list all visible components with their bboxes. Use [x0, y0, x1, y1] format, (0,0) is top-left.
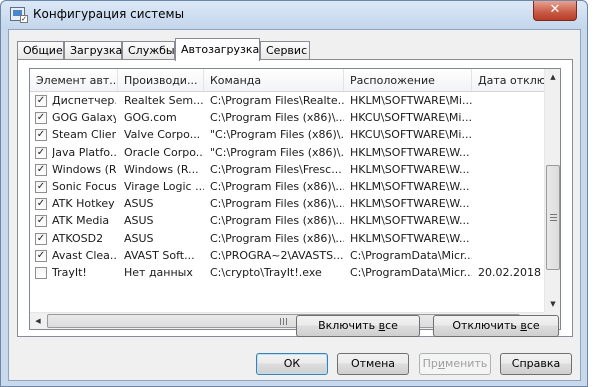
title-bar[interactable]: ✓ Конфигурация системы ✕ [1, 1, 587, 29]
cell-item: ATK Media [52, 214, 110, 228]
dialog-client-area: Общие Загрузка Службы Автозагрузка Серви… [8, 29, 581, 381]
list-item[interactable]: ✓ ATKOSD2 ASUS C:\Program Files (x86)\... HK… [30, 231, 546, 248]
window-title: Конфигурация системы [33, 7, 185, 21]
enable-all-button[interactable]: Включить все [296, 315, 420, 337]
cell-command: "C:\Program Files (x86)\... [210, 145, 344, 159]
startup-item-checkbox[interactable]: ✓ [35, 163, 47, 176]
startup-item-checkbox[interactable]: ✓ [35, 198, 47, 211]
list-item[interactable]: ✓ ATK Media ASUS C:\Program Files (x86)\...… [30, 213, 546, 230]
scroll-left-icon[interactable]: ◀ [30, 313, 46, 329]
cell-command: C:\Program Files\Fresc... [210, 162, 342, 176]
cell-item: Диспетчер... [52, 94, 116, 107]
cell-location: HKLM\SOFTWARE\W... [350, 180, 470, 193]
cell-item: Steam Clien... [52, 128, 116, 142]
startup-item-checkbox[interactable]: ✓ [35, 129, 47, 142]
startup-item-checkbox[interactable]: ✓ [35, 181, 47, 193]
cell-maker: Realtek Sem... [124, 94, 204, 107]
cell-command: C:\Program Files\Realte... [210, 94, 344, 107]
cancel-button[interactable]: Отмена [337, 353, 409, 375]
vertical-scroll-thumb[interactable] [546, 165, 560, 270]
cell-maker: GOG.com [124, 111, 177, 125]
scroll-up-icon[interactable]: ▲ [545, 69, 560, 85]
cell-item: Java Platfo... [52, 145, 116, 159]
tab-startup[interactable]: Автозагрузка [175, 38, 260, 61]
startup-tab-panel: Элемент авт... Производи... Команда Расп… [17, 59, 573, 337]
cell-item: TrayIt! [52, 266, 87, 279]
msconfig-window: ✓ Конфигурация системы ✕ Общие Загрузка … [0, 0, 588, 387]
tab-boot[interactable]: Загрузка [64, 41, 122, 60]
tab-services[interactable]: Службы [122, 41, 175, 60]
cell-command: C:\PROGRA~2\AVASTS... [210, 248, 344, 262]
cell-command: C:\Program Files (x86)\... [210, 111, 344, 125]
cell-location: HKLM\SOFTWARE\W... [350, 162, 470, 176]
list-item[interactable]: ✓ ATK Hotkey ASUS C:\Program Files (x86)\..… [30, 196, 546, 213]
list-item[interactable]: ✓ Java Platfo... Oracle Corpo... "C:\Progra… [30, 145, 546, 162]
tab-tools[interactable]: Сервис [260, 41, 310, 60]
startup-item-checkbox[interactable]: ✓ [35, 112, 47, 125]
list-item[interactable]: ✓ Steam Clien... Valve Corpo... "C:\Program… [30, 127, 546, 144]
cell-maker: Virage Logic ... [124, 180, 204, 193]
apply-button[interactable]: Применить [419, 353, 491, 375]
list-item[interactable]: ✓ Windows (R... Windows (R... C:\Program Fi… [30, 162, 546, 179]
startup-item-checkbox[interactable]: ✓ [35, 146, 47, 159]
cell-command: C:\Program Files (x86)\... [210, 231, 344, 245]
cell-location: HKLM\SOFTWARE\W... [350, 214, 470, 228]
cell-item: Windows (R... [52, 162, 116, 176]
cell-maker: Valve Corpo... [124, 128, 201, 142]
close-button[interactable]: ✕ [533, 1, 577, 21]
cell-command: C:\Program Files (x86)\... [210, 180, 344, 193]
list-header: Элемент авт... Производи... Команда Расп… [30, 69, 546, 92]
cell-maker: ASUS [124, 197, 154, 211]
msconfig-app-icon: ✓ [10, 7, 28, 23]
cell-maker: AVAST Soft... [124, 248, 195, 262]
cell-date: 20.02.2018 2 [478, 266, 546, 279]
cell-maker: Windows (R... [124, 162, 199, 176]
help-button[interactable]: Справка [500, 353, 572, 375]
list-item[interactable]: ✓ Sonic Focus... Virage Logic ... C:\Progra… [30, 179, 546, 196]
cell-location: C:\ProgramData\Micr... [350, 266, 472, 279]
cell-item: GOG Galaxy [52, 111, 116, 125]
scroll-down-icon[interactable]: ▼ [545, 296, 560, 312]
startup-item-checkbox[interactable]: ✓ [35, 232, 47, 245]
vertical-scrollbar[interactable]: ▲ ▼ [544, 69, 560, 312]
list-item[interactable]: ✓ GOG Galaxy GOG.com C:\Program Files (x86)… [30, 110, 546, 127]
cell-command: C:\Program Files (x86)\... [210, 197, 344, 211]
cell-location: HKLM\SOFTWARE\W... [350, 231, 470, 245]
startup-item-checkbox[interactable] [35, 267, 47, 279]
list-item[interactable]: ✓ Диспетчер... Realtek Sem... C:\Program Fi… [30, 93, 546, 110]
list-item[interactable]: TrayIt! Нет данных C:\crypto\TrayIt!.exe C:… [30, 265, 546, 282]
tab-general[interactable]: Общие [17, 41, 64, 60]
cell-maker: Нет данных [124, 266, 193, 279]
close-icon: ✕ [549, 2, 561, 17]
cell-location: HKLM\SOFTWARE\Mi... [350, 94, 472, 107]
cell-location: HKCU\SOFTWARE\Mi... [350, 111, 472, 125]
cell-maker: ASUS [124, 214, 154, 228]
startup-item-checkbox[interactable]: ✓ [35, 95, 47, 107]
list-item[interactable]: ✓ Avast Clea... AVAST Soft... C:\PROGRA~2\A… [30, 248, 546, 265]
cell-item: Avast Clea... [52, 248, 116, 262]
cell-location: HKCU\SOFTWARE\Mi... [350, 128, 472, 142]
column-date-disabled[interactable]: Дата отклю [472, 69, 546, 91]
startup-item-checkbox[interactable]: ✓ [35, 249, 47, 262]
cell-item: ATK Hotkey [52, 197, 115, 211]
column-manufacturer[interactable]: Производи... [118, 69, 204, 91]
cell-item: Sonic Focus... [52, 180, 116, 193]
startup-item-checkbox[interactable]: ✓ [35, 215, 47, 228]
column-startup-item[interactable]: Элемент авт... [30, 69, 118, 91]
cell-item: ATKOSD2 [52, 231, 104, 245]
disable-all-button[interactable]: Отключить все [433, 315, 559, 337]
cell-location: HKLM\SOFTWARE\W... [350, 197, 470, 211]
cell-command: C:\crypto\TrayIt!.exe [210, 266, 322, 279]
cell-location: C:\ProgramData\Micr... [350, 248, 472, 262]
column-location[interactable]: Расположение [344, 69, 472, 91]
cell-command: C:\Program Files (x86)\... [210, 214, 344, 228]
cell-location: HKLM\SOFTWARE\W... [350, 145, 470, 159]
cell-maker: Oracle Corpo... [124, 145, 204, 159]
ok-button[interactable]: ОК [256, 353, 328, 375]
cell-maker: ASUS [124, 231, 154, 245]
cell-command: "C:\Program Files (x86)\... [210, 128, 344, 142]
startup-items-list[interactable]: Элемент авт... Производи... Команда Расп… [29, 68, 561, 330]
column-command[interactable]: Команда [204, 69, 344, 91]
